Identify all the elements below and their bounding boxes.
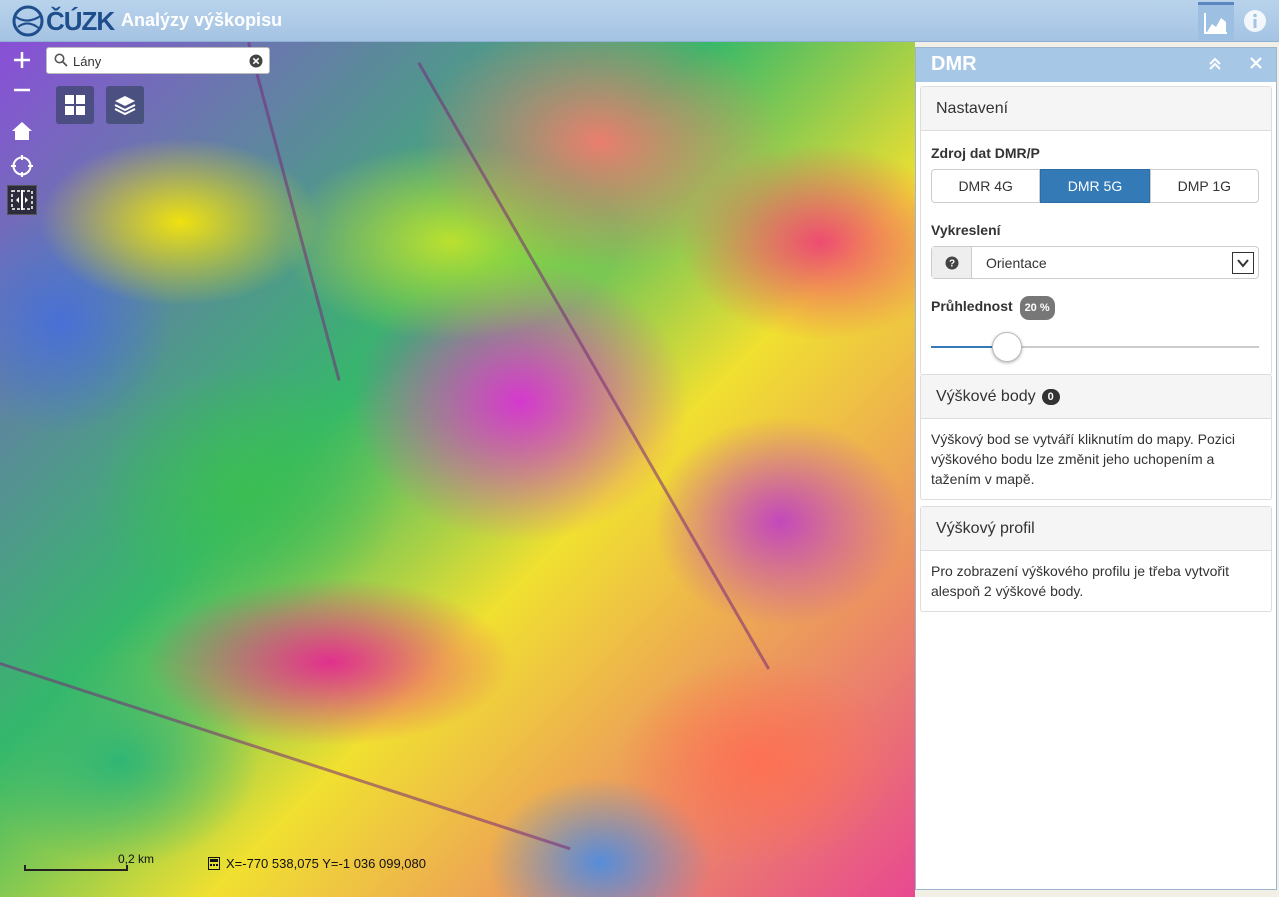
settings-heading: Nastavení: [921, 87, 1271, 131]
coordinates-text: X=-770 538,075 Y=-1 036 099,080: [226, 856, 426, 871]
layers-icon: [114, 96, 136, 116]
search-box: [46, 47, 270, 74]
opacity-slider[interactable]: [931, 332, 1259, 362]
calculator-icon: [208, 857, 220, 870]
panel-title: DMR: [931, 53, 977, 75]
map-road: [417, 62, 770, 670]
home-button[interactable]: [7, 116, 37, 146]
source-label: Zdroj dat DMR/P: [931, 145, 1040, 161]
chevron-down-icon: [1232, 252, 1254, 274]
home-icon: [12, 122, 32, 140]
crosshair-icon: [11, 155, 33, 177]
render-label: Vykreslení: [931, 222, 1001, 238]
source-dmp1g-button[interactable]: DMP 1G: [1149, 169, 1259, 203]
split-view-icon: [11, 190, 33, 210]
scale-label: 0,2 km: [118, 852, 155, 866]
render-select[interactable]: ? Orientace: [931, 246, 1259, 279]
minus-icon: [14, 88, 30, 92]
opacity-label: Průhlednost: [931, 298, 1013, 314]
swipe-compare-button[interactable]: [7, 185, 37, 215]
opacity-badge: 20 %: [1019, 296, 1055, 320]
points-heading: Výškové body 0: [921, 375, 1271, 419]
info-button[interactable]: [1237, 2, 1273, 40]
map-road: [247, 42, 341, 381]
logo-text: ČÚZK: [46, 5, 115, 36]
layers-button[interactable]: [106, 86, 144, 124]
dmr-panel: DMR Nastavení Zdroj dat DMR/P DMR 4G DMR…: [915, 47, 1277, 890]
scale-bar: [24, 865, 128, 871]
app-title: Analýzy výškopisu: [121, 10, 283, 30]
cuzk-logo[interactable]: ČÚZK: [12, 5, 115, 37]
double-chevron-up-icon: [1209, 57, 1221, 70]
source-button-group: DMR 4G DMR 5G DMP 1G: [931, 169, 1259, 203]
clear-search-icon[interactable]: [249, 54, 263, 71]
search-icon: [54, 53, 68, 70]
settings-card: Nastavení Zdroj dat DMR/P DMR 4G DMR 5G …: [920, 86, 1272, 375]
source-dmr4g-button[interactable]: DMR 4G: [931, 169, 1041, 203]
render-select-value: Orientace: [986, 254, 1047, 271]
close-icon: [1250, 57, 1262, 69]
zoom-in-button[interactable]: [7, 45, 37, 75]
slider-handle[interactable]: [992, 332, 1022, 362]
panel-header: DMR: [916, 48, 1276, 82]
map-road: [0, 662, 571, 851]
points-description: Výškový bod se vytváří kliknutím do mapy…: [931, 431, 1235, 487]
collapse-panel-button[interactable]: [1208, 57, 1222, 74]
points-card: Výškové body 0 Výškový bod se vytváří kl…: [920, 374, 1272, 500]
render-help-button[interactable]: ?: [932, 247, 972, 278]
plus-icon: [14, 52, 30, 68]
info-icon: [1244, 10, 1266, 32]
basemap-button[interactable]: [56, 86, 94, 124]
points-count-badge: 0: [1041, 388, 1060, 405]
area-chart-icon: [1204, 12, 1227, 34]
source-dmr5g-button[interactable]: DMR 5G: [1040, 169, 1150, 203]
question-icon: ?: [945, 256, 958, 269]
globe-icon: [12, 5, 44, 37]
svg-text:?: ?: [948, 258, 954, 269]
grid-icon: [65, 95, 85, 115]
profile-chart-button[interactable]: [1198, 2, 1234, 40]
profile-card: Výškový profil Pro zobrazení výškového p…: [920, 506, 1272, 612]
zoom-out-button[interactable]: [7, 75, 37, 105]
profile-heading: Výškový profil: [921, 507, 1271, 551]
close-panel-button[interactable]: [1249, 54, 1263, 75]
locate-button[interactable]: [7, 151, 37, 181]
profile-description: Pro zobrazení výškového profilu je třeba…: [931, 563, 1230, 599]
coordinates-readout: X=-770 538,075 Y=-1 036 099,080: [208, 856, 426, 871]
app-header: ČÚZK Analýzy výškopisu: [0, 0, 1279, 42]
map-canvas[interactable]: [0, 42, 915, 897]
points-heading-text: Výškové body: [936, 387, 1036, 405]
search-input[interactable]: [73, 52, 253, 70]
